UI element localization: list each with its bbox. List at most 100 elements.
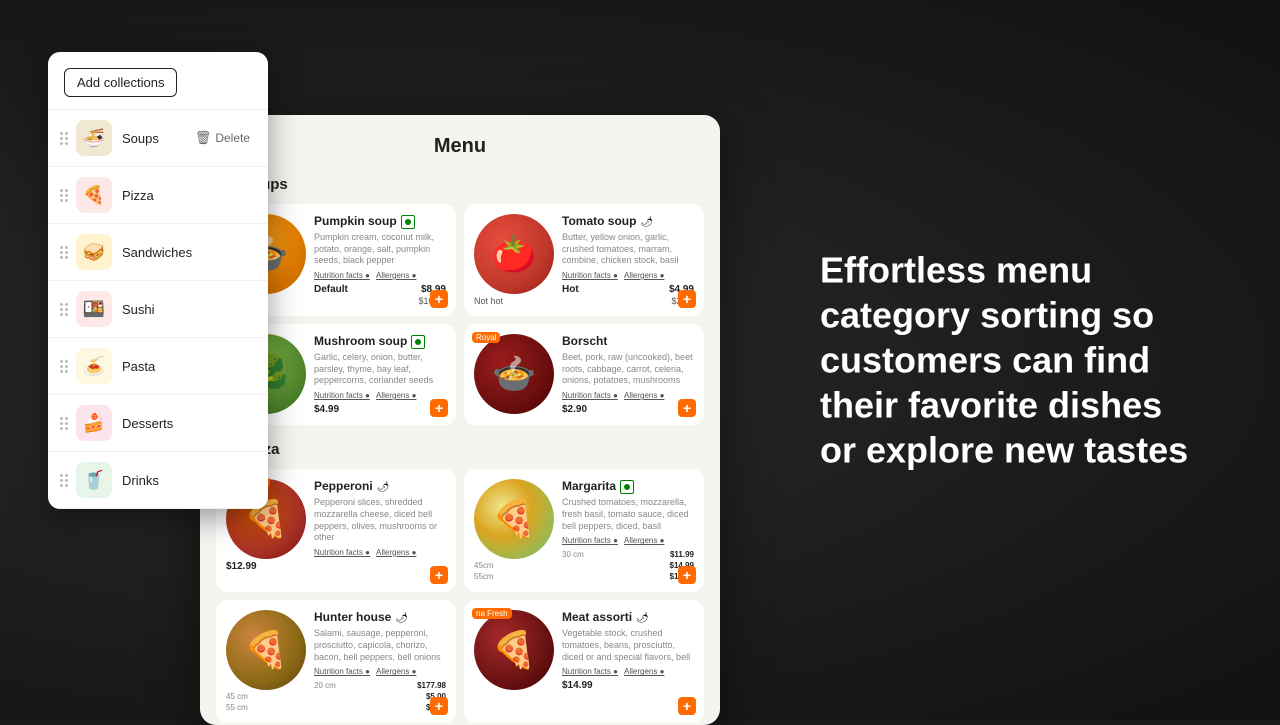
card-name-row: Margarita [562, 479, 694, 495]
drag-handle[interactable] [60, 246, 68, 259]
size-row: 45 cm $5.00 [226, 691, 446, 702]
new-badge: na Fresh [472, 608, 512, 619]
item-name: Pepperoni [314, 479, 373, 493]
menu-item-card: na Fresh 🍕 Meat assorti🌶Vegetable stock,… [464, 600, 704, 723]
collection-name: Pasta [122, 359, 256, 374]
price-value: $12.99 [226, 561, 257, 572]
info-icon: ● [365, 271, 370, 280]
item-name: Borscht [562, 334, 607, 348]
size-price: $177.98 [417, 681, 446, 690]
item-name: Margarita [562, 479, 616, 493]
spicy-badge: 🌶 [636, 613, 649, 624]
add-to-cart-button[interactable]: + [678, 697, 696, 715]
item-price: $12.99 [226, 561, 446, 572]
collection-item-soups[interactable]: 🍜Soups🗑Delete [48, 110, 268, 167]
drag-handle[interactable] [60, 474, 68, 487]
collection-item-desserts[interactable]: 🍰Desserts [48, 395, 268, 452]
info-icon: ● [412, 548, 417, 557]
add-to-cart-button[interactable]: + [678, 566, 696, 584]
collection-item-sandwiches[interactable]: 🥪Sandwiches [48, 224, 268, 281]
tag[interactable]: Allergens ● [624, 271, 664, 280]
info-icon: ● [365, 667, 370, 676]
item-image: 🍕 [474, 610, 554, 690]
info-icon: ● [412, 391, 417, 400]
tag[interactable]: Nutrition facts ● [562, 536, 618, 545]
card-name-row: Mushroom soup [314, 334, 446, 350]
tag[interactable]: Allergens ● [376, 271, 416, 280]
drag-handle[interactable] [60, 189, 68, 202]
card-name-row: Pepperoni🌶 [314, 479, 446, 495]
item-image: 🍕 [474, 479, 554, 559]
item-image: 🍕 [226, 610, 306, 690]
item-tags: Nutrition facts ● Allergens ● [314, 391, 446, 400]
size-price: $11.99 [670, 550, 694, 559]
tag[interactable]: Allergens ● [624, 536, 664, 545]
add-to-cart-button[interactable]: + [430, 290, 448, 308]
collection-img-pasta: 🍝 [76, 348, 112, 384]
tag[interactable]: Allergens ● [376, 391, 416, 400]
size-label: 55cm [474, 572, 494, 581]
tag[interactable]: Nutrition facts ● [562, 391, 618, 400]
info-icon: ● [660, 391, 665, 400]
info-icon: ● [613, 271, 618, 280]
royal-badge: Royal [472, 332, 500, 343]
hero-heading: Effortless menu category sorting so cust… [820, 248, 1200, 473]
card-name-row: Tomato soup 🌶 [562, 214, 694, 230]
item-tags: Nutrition facts ● Allergens ● [562, 271, 694, 280]
tag[interactable]: Allergens ● [376, 548, 416, 557]
info-icon: ● [412, 667, 417, 676]
price-row-2: Not hot$2.90 [474, 296, 694, 306]
item-name: Pumpkin soup [314, 214, 397, 228]
info-icon: ● [660, 667, 665, 676]
item-tags: Nutrition facts ● Allergens ● [562, 536, 694, 545]
tag[interactable]: Nutrition facts ● [314, 271, 370, 280]
collection-img-soups: 🍜 [76, 120, 112, 156]
info-icon: ● [660, 536, 665, 545]
trash-icon: 🗑 [195, 130, 212, 146]
card-name-row: Pumpkin soup [314, 214, 446, 230]
collection-item-drinks[interactable]: 🥤Drinks [48, 452, 268, 509]
item-price: $4.99 [314, 404, 446, 415]
add-to-cart-button[interactable]: + [430, 399, 448, 417]
tag[interactable]: Nutrition facts ● [314, 548, 370, 557]
tag[interactable]: Nutrition facts ● [314, 667, 370, 676]
tag[interactable]: Nutrition facts ● [562, 271, 618, 280]
tag[interactable]: Allergens ● [624, 667, 664, 676]
card-name-row: Hunter house🌶 [314, 610, 446, 626]
tag[interactable]: Allergens ● [624, 391, 664, 400]
item-name: Tomato soup [562, 214, 636, 228]
price-value: $2.90 [562, 404, 587, 415]
tag[interactable]: Nutrition facts ● [562, 667, 618, 676]
add-to-cart-button[interactable]: + [678, 290, 696, 308]
item-price: Hot$4.99 [562, 284, 694, 295]
add-collections-button[interactable]: Add collections [64, 68, 177, 97]
menu-content: 🍲Soups 🍲 Pumpkin soupPumpkin cream, coco… [216, 174, 704, 723]
collection-name: Drinks [122, 473, 256, 488]
collection-name: Pizza [122, 188, 256, 203]
collection-item-sushi[interactable]: 🍱 Sushi [48, 281, 268, 338]
tag[interactable]: Nutrition facts ● [314, 391, 370, 400]
add-to-cart-button[interactable]: + [430, 697, 448, 715]
drag-handle[interactable] [60, 417, 68, 430]
item-tags: Nutrition facts ● Allergens ● [314, 667, 446, 676]
tag[interactable]: Allergens ● [376, 667, 416, 676]
size-label: 55 cm [226, 703, 248, 712]
delete-button[interactable]: 🗑Delete [189, 128, 256, 148]
spicy-badge: 🌶 [640, 217, 653, 228]
add-to-cart-button[interactable]: + [430, 566, 448, 584]
collection-name: Desserts [122, 416, 256, 431]
item-name: Meat assorti [562, 610, 632, 624]
drag-handle[interactable] [60, 360, 68, 373]
collection-item-pizza[interactable]: 🍕 Pizza [48, 167, 268, 224]
veg-badge [620, 480, 634, 494]
collections-header: Add collections [48, 52, 268, 110]
collection-name: Sushi [122, 302, 256, 317]
collection-item-pasta[interactable]: 🍝 Pasta [48, 338, 268, 395]
collection-img-sushi: 🍱 [76, 291, 112, 327]
drag-handle[interactable] [60, 132, 68, 145]
size-row: 45cm $14.99 [474, 560, 694, 571]
add-to-cart-button[interactable]: + [678, 399, 696, 417]
collection-img-pizza: 🍕 [76, 177, 112, 213]
drag-handle[interactable] [60, 303, 68, 316]
menu-item-card: Royal 🍲 BorschtBeet, pork, raw (uncooked… [464, 324, 704, 425]
